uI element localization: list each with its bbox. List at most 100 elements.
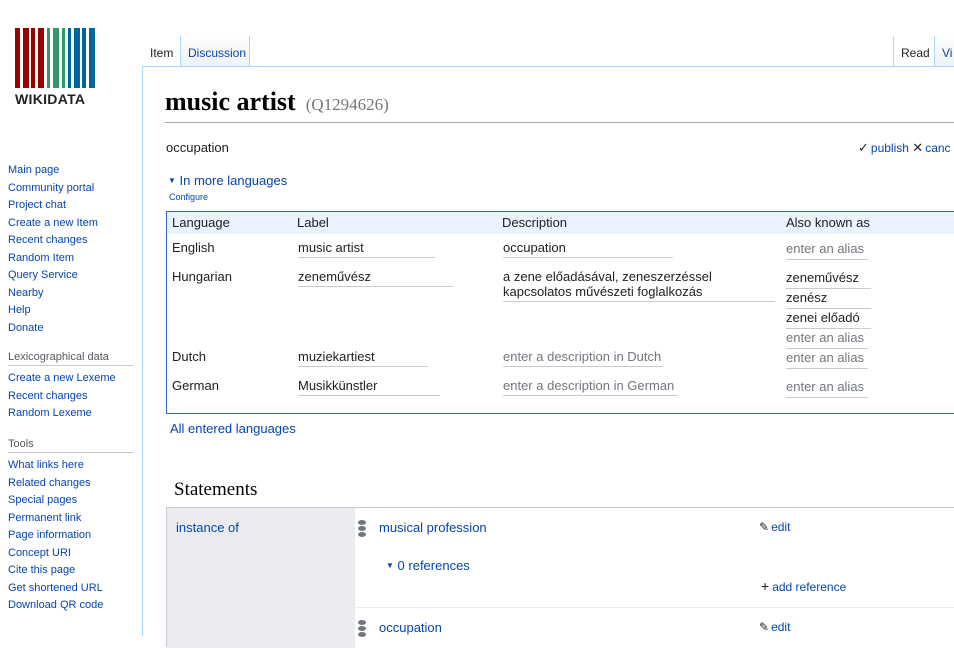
pencil-icon: ✎ [759,520,770,534]
tools-section: Tools What links here Related changes Spec… [8,436,133,615]
sidebar-link-what-links-here[interactable]: What links here [8,457,133,475]
sidebar-link-query-service[interactable]: Query Service [8,267,133,285]
language-name: English [172,240,215,255]
statement-group: instance of musical profession ✎ edit ▼ 0… [166,507,954,648]
edit-actions: ✓ publish ✕ canc [858,140,951,156]
tab-view-history[interactable]: Vi [935,36,954,67]
alias-input[interactable]: zenész [786,289,871,309]
sidebar-link-random-lexeme[interactable]: Random Lexeme [8,405,133,423]
tools-heading: Tools [8,436,133,453]
item-id: (Q1294626) [305,95,389,114]
property-link[interactable]: instance of [176,520,239,535]
statement-divider [355,607,954,608]
title-row: music artist (Q1294626) [165,87,954,123]
label-input[interactable]: Musikkünstler [298,378,440,396]
language-name: Hungarian [172,269,232,284]
lexicographical-heading: Lexicographical data [8,349,133,366]
sidebar-link-project-chat[interactable]: Project chat [8,197,133,215]
publish-label: publish [870,141,909,155]
sidebar-link-community-portal[interactable]: Community portal [8,180,133,198]
sidebar-link-random-item[interactable]: Random Item [8,250,133,268]
aliases-list: enter an alias [786,378,868,398]
tabs-bar: Item Discussion Read Vi [143,36,954,67]
sidebar-link-get-shortened-url[interactable]: Get shortened URL [8,580,133,598]
sidebar-link-concept-uri[interactable]: Concept URI [8,545,133,563]
references-label: 0 references [397,558,470,573]
label-input[interactable]: music artist [298,240,435,258]
property-column: instance of [167,508,355,648]
alias-input[interactable]: zeneművész [786,269,871,289]
tools-list: What links here Related changes Special pa… [8,457,133,615]
alias-input[interactable]: enter an alias [786,349,868,369]
logo-wordmark: WIKIDATA [15,91,86,107]
aliases-list: enter an alias [786,240,868,260]
header-description: Description [502,215,568,230]
references-toggle[interactable]: ▼ 0 references [386,558,470,573]
checkmark-icon: ✓ [858,140,869,155]
alias-input[interactable]: enter an alias [786,329,868,349]
all-languages-link[interactable]: All entered languages [170,421,296,436]
statements-heading: Statements [174,479,258,500]
sidebar-link-create-a-new-lexeme[interactable]: Create a new Lexeme [8,370,133,388]
sidebar-link-download-qr-code[interactable]: Download QR code [8,597,133,615]
wikidata-logo[interactable]: WIKIDATA [15,28,110,110]
statement-edit-button[interactable]: ✎ edit [759,620,790,634]
edit-label: edit [771,620,791,634]
sidebar: WIKIDATA Main page Community portal Projec… [0,0,143,636]
statement-value[interactable]: musical profession [379,520,487,535]
label-input[interactable]: muziekartiest [298,349,428,367]
tab-discussion[interactable]: Discussion [181,36,250,67]
rank-selector-icon[interactable] [358,620,366,638]
lexicographical-section: Lexicographical data Create a new Lexeme… [8,349,133,423]
languages-table-header: Language Label Description Also known as [167,212,954,234]
sidebar-link-permanent-link[interactable]: Permanent link [8,510,133,528]
description-input[interactable]: enter a description in German [503,378,678,396]
configure-link[interactable]: Configure [169,192,208,202]
description-input[interactable]: occupation [166,140,229,155]
header-label: Label [297,215,329,230]
sidebar-link-create-a-new-item[interactable]: Create a new Item [8,215,133,233]
page-title: music artist [165,87,296,116]
logo-barcode [15,28,110,88]
description-input[interactable]: a zene előadásával, zeneszerzéssel kapcs… [503,269,775,302]
add-reference-label: add reference [772,580,847,594]
language-name: German [172,378,219,393]
sidebar-link-recent-changes[interactable]: Recent changes [8,388,133,406]
sidebar-link-nearby[interactable]: Nearby [8,285,133,303]
header-language: Language [172,215,230,230]
edit-label: edit [771,520,791,534]
alias-input[interactable]: enter an alias [786,240,868,260]
sidebar-link-related-changes[interactable]: Related changes [8,475,133,493]
description-input[interactable]: occupation [503,240,673,258]
tab-item[interactable]: Item [143,36,181,67]
main-content: music artist (Q1294626) occupation ✓ publi… [143,66,954,648]
tab-read[interactable]: Read [893,36,935,67]
plus-icon: + [761,578,770,594]
sidebar-link-cite-this-page[interactable]: Cite this page [8,562,133,580]
aliases-list: zeneművész zenész zenei előadó enter an ali… [786,269,871,349]
sidebar-link-help[interactable]: Help [8,302,133,320]
sidebar-link-main-page[interactable]: Main page [8,162,133,180]
sidebar-link-recent-changes[interactable]: Recent changes [8,232,133,250]
cancel-button[interactable]: ✕ canc [912,140,950,155]
description-input[interactable]: enter a description in Dutch [503,349,663,367]
rank-selector-icon[interactable] [358,520,366,538]
alias-input[interactable]: enter an alias [786,378,868,398]
statement-value[interactable]: occupation [379,620,442,635]
language-name: Dutch [172,349,206,364]
triangle-down-icon: ▼ [168,176,176,185]
publish-button[interactable]: ✓ publish [858,140,909,155]
statement-edit-button[interactable]: ✎ edit [759,520,790,534]
alias-input[interactable]: zenei előadó [786,309,871,329]
lexicographical-list: Create a new Lexeme Recent changes Random … [8,370,133,423]
sidebar-link-special-pages[interactable]: Special pages [8,492,133,510]
add-reference-button[interactable]: + add reference [761,578,846,594]
navigation-list: Main page Community portal Project chat Cre… [8,162,133,337]
more-languages-label: In more languages [179,173,288,188]
sidebar-link-page-information[interactable]: Page information [8,527,133,545]
sidebar-link-donate[interactable]: Donate [8,320,133,338]
more-languages-toggle[interactable]: ▼ In more languages [168,173,287,188]
triangle-down-icon: ▼ [386,561,394,570]
header-aliases: Also known as [786,215,870,230]
label-input[interactable]: zeneművész [298,269,453,287]
